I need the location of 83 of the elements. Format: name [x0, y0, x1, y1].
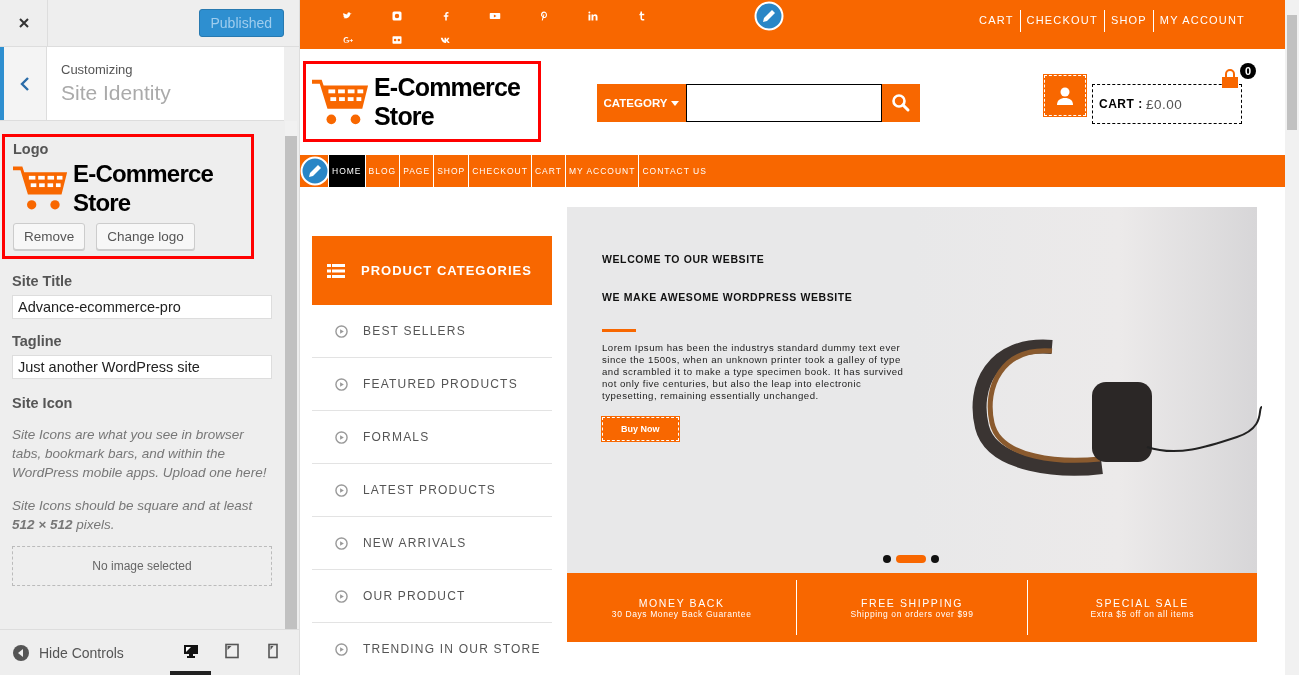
breadcrumb: Customizing	[61, 62, 134, 77]
slider-kicker: WELCOME TO OUR WEBSITE	[602, 253, 766, 265]
top-link[interactable]: CHECKOUT	[1019, 10, 1104, 32]
edit-pencil-icon[interactable]	[300, 155, 330, 186]
feature-subtitle: 30 Days Money Back Guarantee	[611, 608, 752, 619]
search-field[interactable]	[686, 84, 882, 123]
logo-button[interactable]: Remove	[13, 223, 86, 250]
slider-dot[interactable]	[883, 555, 891, 563]
category-link[interactable]: FORMALS	[363, 430, 430, 444]
top-link[interactable]: SHOP	[1103, 10, 1153, 32]
field-label: Site Title	[12, 273, 74, 289]
play-circle-icon	[335, 642, 348, 656]
slider-dot[interactable]	[931, 555, 939, 563]
play-circle-icon	[335, 430, 348, 444]
desktop-icon	[182, 642, 199, 659]
section-title: Site Identity	[61, 81, 171, 105]
social-icon[interactable]	[489, 10, 501, 22]
category-link[interactable]: LATEST PRODUCTS	[363, 483, 496, 497]
user-icon	[1055, 85, 1075, 106]
logo-button[interactable]: Change logo	[96, 223, 195, 250]
account-button[interactable]	[1044, 75, 1086, 117]
nav-link[interactable]: BLOG	[364, 154, 400, 187]
nav-link[interactable]: SHOP	[433, 154, 469, 187]
feature-subtitle: Shipping on orders over $99	[850, 608, 974, 619]
social-icon[interactable]	[391, 33, 403, 46]
text-input[interactable]: Advance-ecommerce-pro	[12, 295, 272, 319]
back-button[interactable]	[0, 47, 47, 120]
nav-link[interactable]: CART	[530, 154, 565, 187]
category-link[interactable]: FEATURED PRODUCTS	[363, 377, 518, 391]
site-icon-note: Site Icons should be square and at least 512 × 512 pixels.	[12, 497, 254, 534]
image-placeholder[interactable]: No image selected	[12, 546, 272, 586]
chevron-left-icon	[20, 75, 30, 92]
play-circle-icon	[335, 377, 348, 391]
social-icon[interactable]	[587, 10, 599, 22]
shopping-bag-icon[interactable]	[1220, 69, 1240, 90]
feature-title: MONEY BACK	[638, 596, 725, 609]
caret-icon	[671, 100, 680, 106]
nav-link[interactable]: PAGE	[399, 154, 434, 187]
feature-title: SPECIAL SALE	[1095, 596, 1189, 609]
nav-link[interactable]: MY ACCOUNT	[564, 154, 639, 187]
feature-subtitle: Extra $5 off on all items	[1090, 608, 1195, 619]
slider-heading: WE MAKE AWESOME WORDPRESS WEBSITE	[602, 291, 854, 303]
top-link[interactable]: CART	[973, 10, 1020, 32]
play-circle-icon	[335, 324, 348, 338]
logo-text: E-Commerce	[73, 159, 214, 188]
search-icon	[891, 93, 911, 114]
slider-body: Lorem Ipsum has been the industrys standard dummy text ever since the 1500s, when an unknown printer took a galley of type and scrambled it to make a type specimen book. It has survived not only five centuries, but also the leap into electronic typesetting, remaining essentially unchanged.	[602, 342, 905, 402]
category-link[interactable]: TRENDING IN OUR STORE	[363, 642, 541, 656]
scrollbar-thumb[interactable]	[1287, 15, 1297, 130]
nav-link[interactable]: CONTACT US	[638, 154, 710, 187]
social-icon[interactable]	[391, 10, 403, 22]
logo-text: Store	[73, 188, 132, 217]
nav-link[interactable]: HOME	[328, 154, 365, 187]
play-circle-icon	[335, 483, 348, 497]
list-icon	[327, 263, 345, 278]
close-icon[interactable]	[17, 17, 30, 29]
field-label: Tagline	[12, 333, 63, 349]
play-circle-icon	[335, 536, 348, 550]
top-link[interactable]: MY ACCOUNT	[1152, 10, 1251, 32]
arrow-circle-icon	[13, 644, 29, 661]
category-dropdown[interactable]: CATEGORY	[597, 84, 686, 123]
category-link[interactable]: NEW ARRIVALS	[363, 536, 467, 550]
cart-count-badge: 0	[1240, 63, 1256, 80]
logo-text: Store	[374, 101, 435, 131]
feature-title: FREE SHIPPING	[861, 596, 963, 609]
site-icon-description: Site Icons are what you see in browser tabs, bookmark bars, and within the WordPress mobile apps. Upload one here!	[12, 426, 267, 482]
tablet-icon	[223, 642, 240, 659]
search-button[interactable]	[882, 84, 920, 123]
category-link[interactable]: BEST SELLERS	[363, 324, 466, 338]
logo-text: E-Commerce	[374, 72, 521, 102]
text-input[interactable]: Just another WordPress site	[12, 355, 272, 379]
category-link[interactable]: OUR PRODUCT	[363, 589, 466, 603]
social-icon[interactable]	[538, 10, 550, 22]
social-icon[interactable]	[342, 10, 354, 22]
play-circle-icon	[335, 589, 348, 603]
field-label: Logo	[13, 141, 50, 157]
nav-link[interactable]: CHECKOUT	[468, 154, 531, 187]
hide-controls-button[interactable]: Hide Controls	[13, 644, 124, 661]
categories-title: PRODUCT CATEGORIES	[361, 263, 532, 278]
field-label: Site Icon	[12, 395, 74, 411]
buy-now-button[interactable]: Buy Now	[602, 417, 679, 441]
shopping-cart-icon	[13, 164, 69, 212]
scrollbar-thumb[interactable]	[285, 136, 297, 629]
